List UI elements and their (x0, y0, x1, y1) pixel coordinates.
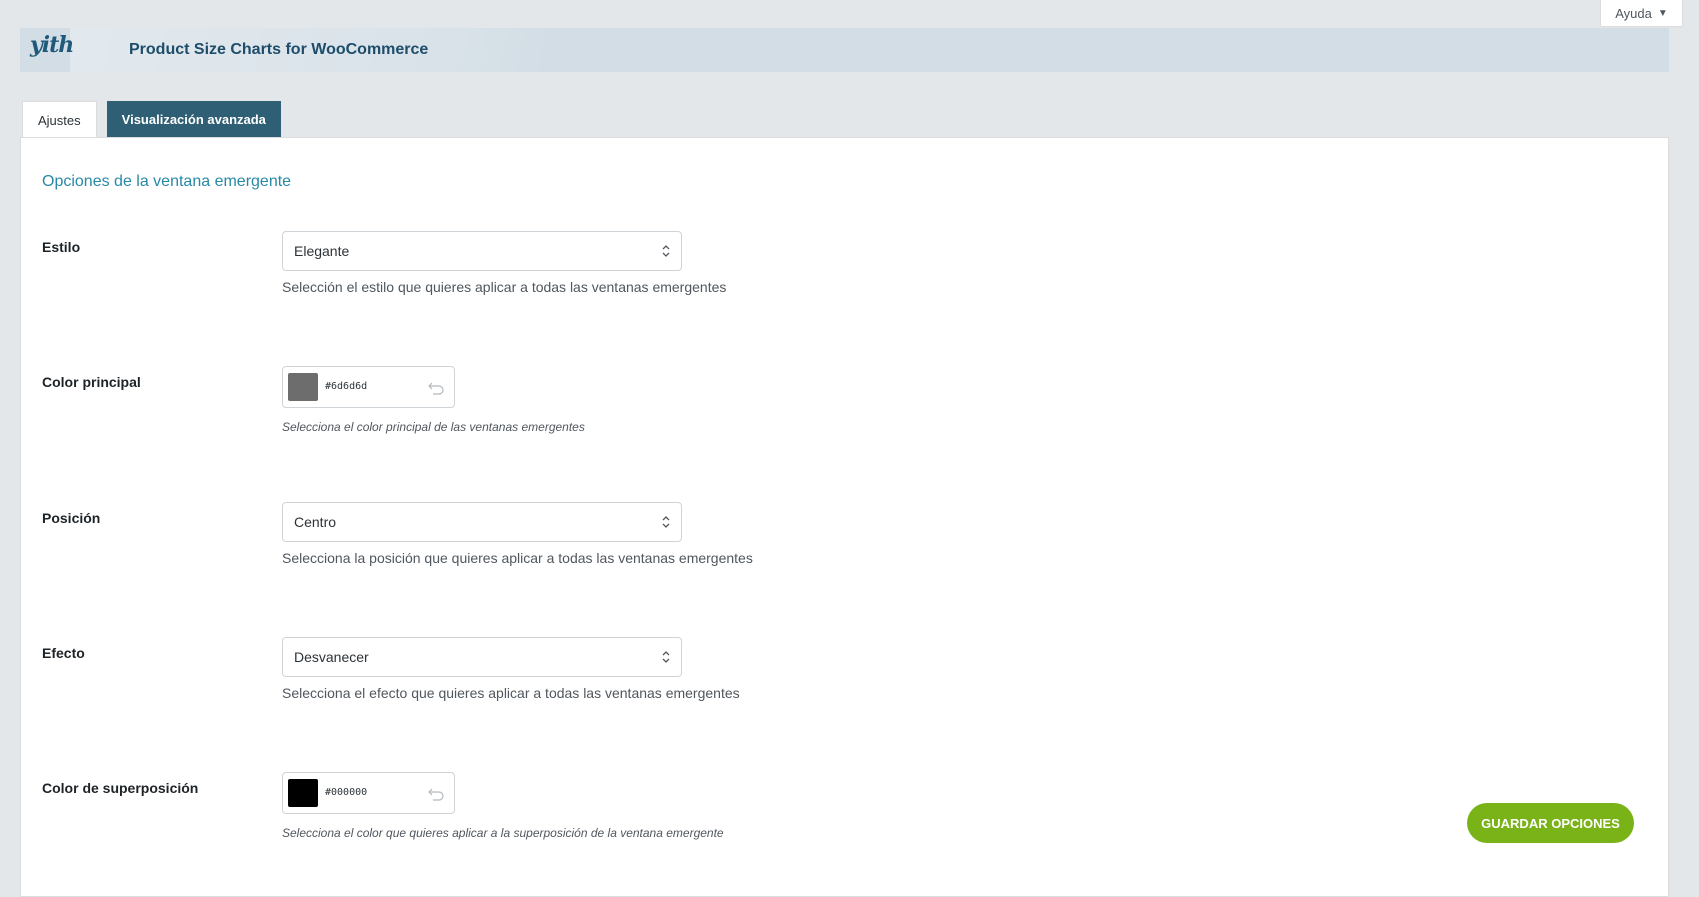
plugin-title: Product Size Charts for WooCommerce (129, 41, 429, 58)
save-options-button[interactable]: GUARDAR OPCIONES (1467, 803, 1634, 843)
style-description: Selección el estilo que quieres aplicar … (282, 279, 727, 295)
select-arrows-icon (662, 516, 670, 528)
position-label: Posición (42, 510, 101, 526)
plugin-header-banner: yith Product Size Charts for WooCommerce (20, 28, 1669, 72)
overlay-color-value[interactable]: #000000 (325, 787, 367, 798)
main-color-description: Selecciona el color principal de las ven… (282, 420, 585, 434)
position-select[interactable]: Centro (282, 502, 682, 542)
style-label: Estilo (42, 239, 81, 255)
main-color-value[interactable]: #6d6d6d (325, 381, 367, 392)
overlay-color-swatch[interactable] (288, 779, 318, 807)
overlay-color-description: Selecciona el color que quieres aplicar … (282, 826, 724, 840)
caret-down-icon: ▼ (1657, 7, 1668, 19)
effect-label: Efecto (42, 645, 85, 661)
select-arrows-icon (662, 245, 670, 257)
effect-select-value: Desvanecer (294, 649, 369, 665)
main-color-label: Color principal (42, 374, 141, 390)
tab-ajustes[interactable]: Ajustes (22, 101, 97, 138)
reset-icon[interactable] (427, 785, 445, 801)
select-arrows-icon (662, 651, 670, 663)
help-tab[interactable]: Ayuda ▼ (1600, 0, 1683, 27)
settings-panel: Opciones de la ventana emergente Estilo … (20, 137, 1669, 897)
effect-description: Selecciona el efecto que quieres aplicar… (282, 685, 740, 701)
tab-visualizacion-avanzada[interactable]: Visualización avanzada (106, 101, 281, 138)
position-description: Selecciona la posición que quieres aplic… (282, 550, 753, 566)
settings-tabs: Ajustes Visualización avanzada (22, 101, 281, 138)
position-select-value: Centro (294, 514, 337, 530)
reset-icon[interactable] (427, 379, 445, 395)
main-color-picker[interactable]: #6d6d6d (282, 366, 455, 408)
style-select-value: Elegante (294, 243, 350, 259)
help-tab-label: Ayuda (1615, 5, 1652, 21)
overlay-color-label: Color de superposición (42, 780, 199, 796)
yith-logo: yith (30, 32, 74, 58)
effect-select[interactable]: Desvanecer (282, 637, 682, 677)
section-title: Opciones de la ventana emergente (42, 173, 292, 190)
main-color-swatch[interactable] (288, 373, 318, 401)
style-select[interactable]: Elegante (282, 231, 682, 271)
overlay-color-picker[interactable]: #000000 (282, 772, 455, 814)
